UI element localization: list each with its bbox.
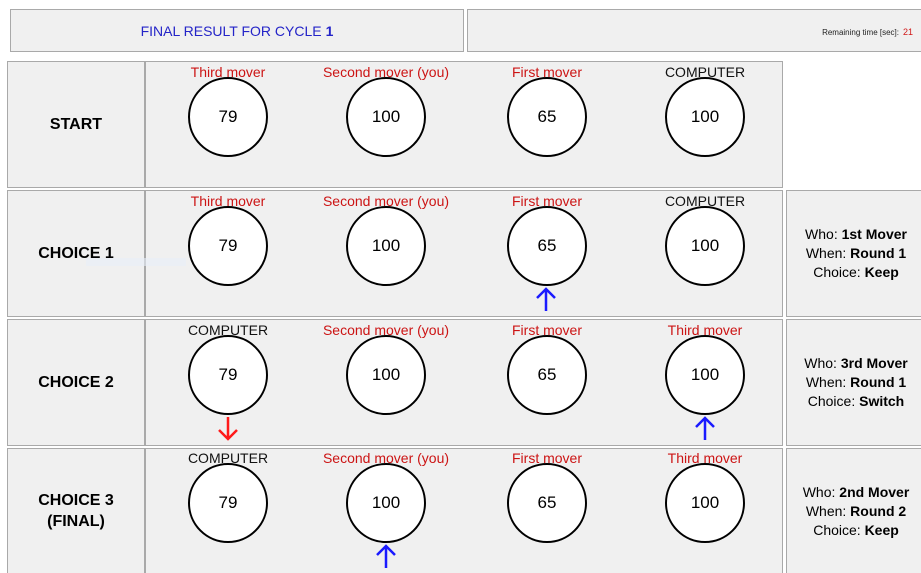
arrow-up-icon: [376, 544, 396, 568]
choice-value: Keep: [864, 264, 899, 280]
row-label-choice-1: CHOICE 1: [7, 190, 145, 317]
player-circle: 100: [346, 463, 426, 543]
who-label: Who:: [802, 483, 836, 500]
row-panel-choice-2: COMPUTER 79 Second mover (you) 100 First…: [145, 319, 783, 446]
choice-value: Switch: [859, 393, 905, 409]
result-title: FINAL RESULT FOR CYCLE 1: [10, 9, 464, 52]
arrow-up-icon: [536, 287, 556, 311]
when-value: Round 2: [850, 502, 907, 519]
move-info-choice-1: Who: 1st Mover When: Round 1 Choice: Kee…: [786, 190, 921, 317]
row-label-text: CHOICE 2: [38, 374, 114, 391]
row-panel-choice-3: COMPUTER 79 Second mover (you) 100 First…: [145, 448, 783, 573]
row-label-subtext: (FINAL): [47, 513, 105, 530]
who-label: Who:: [805, 226, 838, 242]
when-value: Round 1: [850, 245, 907, 261]
player-circle: 100: [346, 206, 426, 286]
who-value: 2nd Mover: [839, 483, 910, 500]
row-label-start: START: [7, 61, 145, 188]
row-label-text: CHOICE 3: [38, 492, 114, 509]
timer-label: Remaining time [sec]:: [822, 28, 899, 37]
timer-value: 21: [902, 27, 913, 37]
who-value: 3rd Mover: [840, 355, 908, 371]
move-info-choice-2: Who: 3rd Mover When: Round 1 Choice: Swi…: [786, 319, 921, 446]
player-circle: 65: [507, 335, 587, 415]
player-circle: 65: [507, 77, 587, 157]
player-circle: 100: [665, 335, 745, 415]
when-label: When:: [805, 245, 847, 261]
choice-label: Choice:: [807, 393, 856, 409]
row-panel-start: Third mover 79 Second mover (you) 100 Fi…: [145, 61, 783, 188]
row-label-choice-2: CHOICE 2: [7, 319, 145, 446]
player-circle: 79: [188, 206, 268, 286]
player-circle: 100: [346, 335, 426, 415]
player-circle: 100: [346, 77, 426, 157]
row-label-choice-3: CHOICE 3 (FINAL): [7, 448, 145, 573]
player-circle: 79: [188, 335, 268, 415]
remaining-time: Remaining time [sec]: 21: [822, 27, 913, 37]
when-label: When:: [805, 374, 847, 390]
choice-label: Choice:: [813, 264, 861, 280]
cycle-number: 1: [325, 22, 334, 39]
player-circle: 100: [665, 206, 745, 286]
player-circle: 65: [507, 206, 587, 286]
arrow-up-icon: [695, 416, 715, 440]
player-circle: 79: [188, 463, 268, 543]
who-value: 1st Mover: [841, 226, 907, 242]
choice-value: Keep: [864, 521, 899, 538]
selection-smudge: [86, 258, 186, 266]
when-value: Round 1: [850, 374, 907, 390]
player-circle: 79: [188, 77, 268, 157]
move-info-choice-3: Who: 2nd Mover When: Round 2 Choice: Kee…: [786, 448, 921, 573]
choice-label: Choice:: [813, 521, 861, 538]
player-circle: 100: [665, 77, 745, 157]
player-circle: 65: [507, 463, 587, 543]
timer-panel: Remaining time [sec]: 21: [467, 9, 921, 52]
title-prefix: FINAL RESULT FOR CYCLE: [140, 22, 322, 39]
row-panel-choice-1: Third mover 79 Second mover (you) 100 Fi…: [145, 190, 783, 317]
who-label: Who:: [804, 355, 837, 371]
row-label-text: START: [49, 116, 103, 133]
arrow-down-icon: [218, 417, 238, 441]
player-circle: 100: [665, 463, 745, 543]
when-label: When:: [805, 502, 847, 519]
